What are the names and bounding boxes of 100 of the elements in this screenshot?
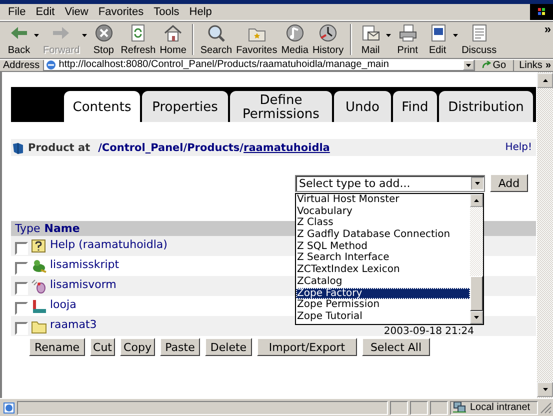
- item-link[interactable]: lisamisskript: [50, 258, 120, 271]
- up-arrow-icon: [474, 199, 479, 202]
- address-field[interactable]: http://localhost:8080/Control_Panel/Products/raamatuhoidla/manage_main: [42, 59, 475, 71]
- mail-icon: [360, 23, 381, 43]
- windows-logo-icon: [530, 4, 553, 20]
- caret-icon: [386, 34, 391, 37]
- caret-icon: [34, 34, 39, 37]
- item-link[interactable]: raamat3: [50, 318, 97, 331]
- option[interactable]: Zope Factory: [296, 288, 470, 300]
- caret-icon: [475, 182, 480, 184]
- option[interactable]: Z Search Interface: [296, 252, 470, 264]
- action-button[interactable]: Delete: [205, 338, 252, 356]
- search-button[interactable]: Search: [198, 21, 234, 58]
- menu-item[interactable]: Tools: [148, 6, 184, 18]
- address-label: Address: [3, 60, 40, 70]
- menu-item[interactable]: Edit: [30, 6, 60, 18]
- column-header[interactable]: Type: [15, 222, 40, 235]
- action-button[interactable]: Rename: [29, 338, 85, 356]
- product-icon: [12, 142, 24, 154]
- option[interactable]: Virtual Host Monster: [296, 194, 470, 206]
- current-link[interactable]: raamatuhoidla: [244, 142, 330, 154]
- print-button[interactable]: Print: [392, 21, 423, 58]
- option[interactable]: Z SQL Method: [296, 240, 470, 252]
- option[interactable]: ZCTextIndex Lexicon: [296, 264, 470, 276]
- history-button[interactable]: History: [310, 21, 346, 58]
- type-select[interactable]: Select type to add...: [295, 174, 485, 192]
- checkbox[interactable]: [15, 282, 28, 294]
- option[interactable]: ZCatalog: [296, 276, 470, 288]
- path-link[interactable]: /Control_Panel/Products/: [98, 142, 244, 154]
- add-button[interactable]: Add: [490, 174, 528, 192]
- caret-icon: [82, 34, 87, 37]
- checkbox[interactable]: [15, 242, 28, 254]
- option[interactable]: Z Class: [296, 217, 470, 230]
- action-button[interactable]: Paste: [160, 338, 200, 356]
- go-button[interactable]: Go: [478, 60, 510, 70]
- status-panel: [390, 400, 408, 414]
- discuss-button[interactable]: Discuss: [460, 21, 499, 58]
- history-icon: [318, 23, 338, 43]
- menu-item[interactable]: View: [60, 6, 94, 18]
- script-icon: [31, 258, 47, 274]
- caret-icon: [466, 64, 471, 66]
- mail-button[interactable]: Mail: [356, 21, 393, 58]
- home-icon: [163, 23, 184, 43]
- checkbox[interactable]: [15, 322, 28, 334]
- factory-icon: [31, 298, 47, 314]
- caret-icon: [452, 34, 458, 37]
- product-label: Product at: [28, 142, 90, 154]
- tab[interactable]: Define Permissions: [230, 91, 332, 122]
- dropdown-button[interactable]: [462, 60, 474, 70]
- up-arrow-icon: [542, 79, 548, 82]
- form-icon: [31, 278, 47, 294]
- tab[interactable]: Find: [393, 91, 437, 122]
- status-panel: [430, 400, 448, 414]
- links-button[interactable]: Links »: [513, 60, 551, 70]
- tab[interactable]: Distribution: [439, 91, 533, 122]
- edit-button[interactable]: Edit: [422, 21, 460, 58]
- favorites-button[interactable]: Favorites: [234, 21, 280, 58]
- menu-item[interactable]: Favorites: [93, 6, 149, 18]
- refresh-button[interactable]: Refresh: [118, 21, 158, 58]
- help-icon: [31, 238, 47, 254]
- media-icon: [284, 23, 305, 43]
- scrollbar[interactable]: [537, 72, 553, 398]
- item-link[interactable]: lisamisvorm: [50, 278, 116, 291]
- more-chevron[interactable]: »: [544, 22, 553, 36]
- search-icon: [206, 23, 226, 43]
- action-button[interactable]: Import/Export: [257, 338, 357, 356]
- stop-icon: [94, 23, 114, 43]
- home-button[interactable]: Home: [158, 21, 188, 58]
- caret-icon: [474, 316, 479, 319]
- status-panel: [410, 400, 428, 414]
- scroll-thumb[interactable]: [470, 276, 483, 311]
- stop-button[interactable]: Stop: [88, 21, 119, 58]
- tab[interactable]: Undo: [334, 91, 391, 122]
- checkbox[interactable]: [15, 262, 28, 274]
- checkbox[interactable]: [15, 302, 28, 314]
- column-header[interactable]: Name: [44, 222, 80, 235]
- date-cell: 2003-09-18 21:24: [384, 327, 474, 336]
- tab[interactable]: Contents: [64, 91, 140, 122]
- help-link[interactable]: Help!: [505, 142, 532, 153]
- item-link[interactable]: Help (raamatuhoidla): [50, 238, 168, 251]
- tab[interactable]: Properties: [142, 91, 228, 122]
- menu-item[interactable]: Help: [184, 6, 217, 18]
- option[interactable]: Vocabulary: [296, 206, 470, 218]
- option[interactable]: Zope Permission: [296, 299, 470, 311]
- media-button[interactable]: Media: [279, 21, 310, 58]
- options-list[interactable]: Virtual Host Monster Vocabulary Z Class Z Gadfly Database Connection Z SQL Method Z Search Interface ZCTextIndex Lexicon ZCatalog Zope Factory Zope Permission Zope Tutorial: [295, 193, 484, 325]
- option[interactable]: Zope Tutorial: [296, 310, 470, 323]
- menu-item[interactable]: File: [3, 6, 31, 18]
- resize-grip-icon: [540, 402, 552, 414]
- action-button[interactable]: Select All: [362, 338, 430, 356]
- action-button[interactable]: Copy: [120, 338, 155, 356]
- item-link[interactable]: looja: [50, 298, 76, 311]
- back-button[interactable]: Back: [4, 21, 41, 58]
- option[interactable]: Z Gadfly Database Connection: [296, 229, 470, 241]
- network-icon: [453, 402, 466, 413]
- print-icon: [398, 23, 418, 43]
- zone-label: Local intranet: [470, 402, 530, 413]
- caret-icon: [542, 388, 548, 391]
- go-arrow-icon: [482, 61, 491, 69]
- action-button[interactable]: Cut: [90, 338, 115, 356]
